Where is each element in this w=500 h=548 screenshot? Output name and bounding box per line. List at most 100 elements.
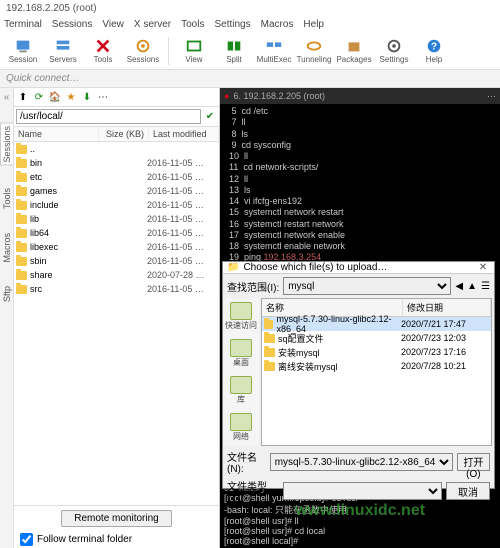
col-mod[interactable]: Last modified [149,127,219,141]
path-input[interactable] [16,109,201,124]
tb-settings[interactable]: Settings [377,37,411,64]
file-row[interactable]: games2016-11-05 … [14,184,219,198]
nav-download-icon[interactable]: ⬇ [80,90,94,104]
nav-desktop[interactable]: 桌面 [230,339,252,368]
window-title: 192.168.2.205 (root) [6,3,97,14]
follow-terminal-checkbox[interactable]: Follow terminal folder [14,531,219,548]
vtab-sessions[interactable]: Sessions [0,123,13,166]
vtab-sftp[interactable]: Sftp [1,284,13,304]
menu-macros[interactable]: Macros [261,19,294,30]
dialog-file-list[interactable]: 名称 修改日期 mysql-5.7.30-linux-glibc2.12-x86… [261,298,492,446]
dialog-nav: 快速访问 桌面 库 网络 [223,298,259,446]
tb-tunneling[interactable]: Tunneling [297,37,331,64]
dialog-file-row[interactable]: 离线安装mysql2020/7/28 10:21 [262,359,491,373]
tb-tools[interactable]: Tools [86,37,120,64]
nav-dots-icon[interactable]: ⋯ [96,90,110,104]
nav-up2-icon[interactable]: ▲ [467,281,477,292]
menu-help[interactable]: Help [303,19,324,30]
terminal-tab-title[interactable]: 6. 192.168.2.205 (root) [233,91,325,101]
toolbar: Session Servers Tools Sessions View Spli… [0,32,500,70]
nav-up-icon[interactable]: ⬆ [16,90,30,104]
tb-sessions[interactable]: Sessions [126,37,160,64]
folder-icon [16,173,27,182]
file-row[interactable]: libexec2016-11-05 … [14,240,219,254]
tb-split[interactable]: Split [217,37,251,64]
window-titlebar: 192.168.2.205 (root) [0,0,500,16]
vertical-tabs: « Sessions Tools Macros Sftp [0,88,14,548]
dialog-icon: 📁 [227,262,239,273]
dlg-col-date[interactable]: 修改日期 [403,299,491,316]
file-row[interactable]: sbin2016-11-05 … [14,254,219,268]
loc-label: 查找范围(I): [227,279,279,294]
tb-help[interactable]: ?Help [417,37,451,64]
nav-network[interactable]: 网络 [230,413,252,442]
folder-icon [264,362,275,371]
cancel-button[interactable]: 取消 [446,482,490,500]
menu-view[interactable]: View [102,19,124,30]
file-list[interactable]: ..bin2016-11-05 …etc2016-11-05 …games201… [14,142,219,505]
menu-tools[interactable]: Tools [181,19,204,30]
folder-icon [16,201,27,210]
nav-library[interactable]: 库 [230,376,252,405]
file-row[interactable]: etc2016-11-05 … [14,170,219,184]
folder-icon [16,187,27,196]
menu-terminal[interactable]: Terminal [4,19,42,30]
path-go-icon[interactable]: ✔ [203,110,217,124]
menu-xserver[interactable]: X server [134,19,171,30]
folder-icon [264,320,273,329]
dialog-close-button[interactable]: ✕ [476,262,490,273]
tb-multiexec[interactable]: MultiExec [257,37,291,64]
filetype-label: 文件类型(T): [227,478,279,504]
file-header: Name Size (KB) Last modified [14,127,219,142]
file-row[interactable]: src2016-11-05 … [14,282,219,296]
upload-dialog: 📁 Choose which file(s) to upload… ✕ 查找范围… [222,261,495,489]
menu-sessions[interactable]: Sessions [52,19,93,30]
nav-home-icon[interactable]: 🏠 [48,90,62,104]
dialog-title: Choose which file(s) to upload… [243,262,387,273]
filetype-select[interactable] [283,482,442,500]
tb-servers[interactable]: Servers [46,37,80,64]
nav-quick[interactable]: 快速访问 [225,302,257,331]
folder-icon [16,159,27,168]
terminal-dot-icon: ● [224,91,229,101]
folder-icon [16,257,27,266]
folder-icon [16,271,27,280]
col-size[interactable]: Size (KB) [99,127,149,141]
folder-icon [16,285,27,294]
tb-view[interactable]: View [177,37,211,64]
file-row[interactable]: .. [14,142,219,156]
file-row[interactable]: lib2016-11-05 … [14,212,219,226]
folder-icon [16,145,27,154]
nav-refresh-icon[interactable]: ⟳ [32,90,46,104]
vtab-macros[interactable]: Macros [1,231,13,265]
filename-label: 文件名(N): [227,449,266,475]
tb-packages[interactable]: Packages [337,37,371,64]
sftp-panel: ⬆ ⟳ 🏠 ★ ⬇ ⋯ ✔ Name Size (KB) Last modifi… [14,88,220,548]
file-row[interactable]: bin2016-11-05 … [14,156,219,170]
dialog-file-row[interactable]: mysql-5.7.30-linux-glibc2.12-x86_642020/… [262,317,491,331]
tb-session[interactable]: Session [6,37,40,64]
filename-input[interactable]: mysql-5.7.30-linux-glibc2.12-x86_64 [270,453,453,471]
remote-monitoring-button[interactable]: Remote monitoring [61,510,171,527]
dialog-file-row[interactable]: sq配置文件2020/7/23 12:03 [262,331,491,345]
dialog-file-row[interactable]: 安装mysql2020/7/23 17:16 [262,345,491,359]
menu-settings[interactable]: Settings [214,19,250,30]
file-row[interactable]: lib642016-11-05 … [14,226,219,240]
open-button[interactable]: 打开(O) [457,453,490,471]
arrow-icon[interactable]: « [4,92,10,103]
file-row[interactable]: include2016-11-05 … [14,198,219,212]
folder-icon [264,334,275,343]
terminal-tab-menu-icon[interactable]: ⋯ [487,91,496,102]
vtab-tools[interactable]: Tools [1,186,13,211]
quick-connect[interactable]: Quick connect… [0,70,500,88]
file-row[interactable]: share2020-07-28 … [14,268,219,282]
col-name[interactable]: Name [14,127,99,141]
nav-list-icon[interactable]: ☰ [481,281,490,292]
folder-icon [264,348,275,357]
loc-select[interactable]: mysql [283,277,451,295]
nav-back-icon[interactable]: ◀ [455,281,463,292]
folder-icon [16,215,27,224]
folder-icon [16,229,27,238]
folder-icon [16,243,27,252]
nav-star-icon[interactable]: ★ [64,90,78,104]
